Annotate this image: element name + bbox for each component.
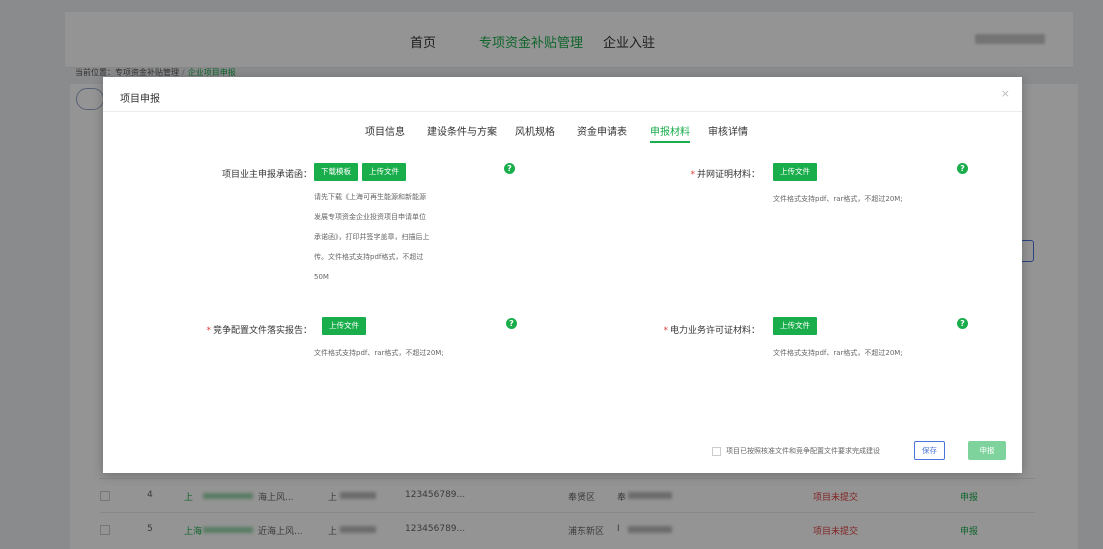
required-mark: * — [663, 326, 668, 336]
competitive-config-hint: 文件格式支持pdf、rar格式，不超过20M; — [314, 349, 444, 357]
competitive-config-label: * 竞争配置文件落实报告： — [206, 323, 312, 336]
grid-proof-upload-button[interactable]: 上传文件 — [773, 163, 817, 181]
save-button[interactable]: 保存 — [914, 441, 945, 460]
grid-proof-label-text: 并网证明材料： — [696, 170, 760, 180]
power-license-upload-button[interactable]: 上传文件 — [773, 317, 817, 335]
grid-proof-help-icon[interactable]: ? — [957, 163, 968, 174]
required-mark: * — [690, 170, 695, 180]
power-license-label: * 电力业务许可证材料： — [663, 323, 760, 336]
competitive-config-help-icon[interactable]: ? — [506, 318, 517, 329]
submit-application-button[interactable]: 申报 — [968, 441, 1006, 460]
close-icon[interactable]: × — [1001, 87, 1010, 100]
construction-confirm-text: 项目已按照核准文件和竞争配置文件要求完成建设 — [726, 447, 880, 455]
grid-proof-hint: 文件格式支持pdf、rar格式，不超过20M; — [773, 195, 903, 203]
tab-review-details[interactable]: 审核详情 — [708, 123, 748, 145]
project-application-modal: 项目申报 × 项目信息 建设条件与方案 风机规格 资金申请表 申报材料 审核详情… — [103, 77, 1022, 473]
tab-turbine-spec[interactable]: 风机规格 — [515, 123, 555, 145]
tab-fund-application[interactable]: 资金申请表 — [577, 123, 627, 145]
grid-proof-label: * 并网证明材料： — [690, 167, 760, 180]
power-license-help-icon[interactable]: ? — [957, 318, 968, 329]
owner-commitment-upload-button[interactable]: 上传文件 — [362, 163, 406, 181]
tab-construction-plan[interactable]: 建设条件与方案 — [427, 123, 497, 145]
construction-confirm-checkbox[interactable] — [712, 447, 721, 456]
power-license-label-text: 电力业务许可证材料： — [669, 326, 760, 336]
modal-divider — [103, 111, 1022, 112]
tab-application-materials[interactable]: 申报材料 — [650, 123, 690, 145]
owner-commitment-label: 项目业主申报承诺函： — [221, 170, 312, 180]
power-license-hint: 文件格式支持pdf、rar格式，不超过20M; — [773, 349, 903, 357]
required-mark: * — [206, 326, 211, 336]
competitive-config-label-text: 竞争配置文件落实报告： — [212, 326, 312, 336]
owner-commitment-help-icon[interactable]: ? — [504, 163, 515, 174]
competitive-config-upload-button[interactable]: 上传文件 — [322, 317, 366, 335]
download-template-button[interactable]: 下载模板 — [314, 163, 358, 181]
owner-commitment-hint: 请先下载《上海可再生能源和新能源发展专项资金企业投资项目申请单位承诺函》，打印并… — [314, 193, 430, 281]
tab-project-info[interactable]: 项目信息 — [365, 123, 405, 145]
modal-title: 项目申报 — [120, 94, 160, 105]
